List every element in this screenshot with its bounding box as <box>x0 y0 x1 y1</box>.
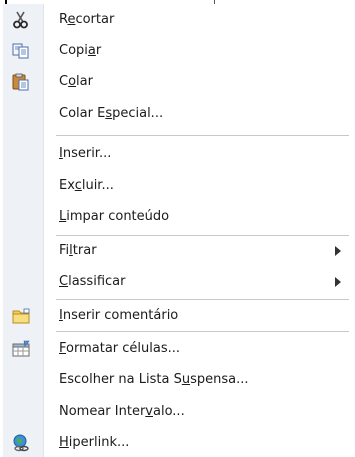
copy-icon <box>11 42 31 60</box>
menu-item-colar-especial[interactable]: Colar Especial... <box>3 100 351 128</box>
menu-item-colar[interactable]: Colar <box>3 68 351 96</box>
hyperlink-globe-icon <box>11 434 31 452</box>
menu-item-label: Inserir comentário <box>59 308 179 323</box>
menu-item-excluir[interactable]: Excluir... <box>3 172 351 200</box>
menu-item-label: Classificar <box>59 274 126 289</box>
menu-item-label: Inserir... <box>59 146 112 161</box>
menu-item-formatar-celulas[interactable]: Formatar células... <box>3 335 351 363</box>
menu-item-label: Limpar conteúdo <box>59 209 170 224</box>
menu-item-label: Hiperlink... <box>59 435 130 450</box>
menu-item-label: Excluir... <box>59 178 114 193</box>
menu-item-inserir-comentario[interactable]: Inserir comentário <box>3 302 351 330</box>
menu-item-classificar[interactable]: Classificar <box>3 268 351 296</box>
context-menu: Recortar Copiar Colar Colar Especial... … <box>0 4 355 457</box>
menu-separator <box>56 299 349 300</box>
menu-separator <box>56 135 349 136</box>
submenu-arrow-icon <box>335 277 341 287</box>
format-cells-icon <box>11 340 31 358</box>
menu-item-copiar[interactable]: Copiar <box>3 37 351 65</box>
menu-item-label: Copiar <box>59 43 102 58</box>
menu-item-label: Formatar células... <box>59 341 181 356</box>
submenu-arrow-icon <box>335 246 341 256</box>
menu-separator <box>56 235 349 236</box>
menu-item-label: Filtrar <box>59 243 97 258</box>
menu-item-label: Escolher na Lista Suspensa... <box>59 372 249 387</box>
menu-item-hiperlink[interactable]: Hiperlink... <box>3 429 351 457</box>
menu-item-inserir[interactable]: Inserir... <box>3 140 351 168</box>
menu-item-label: Colar <box>59 74 93 89</box>
menu-item-label: Colar Especial... <box>59 106 164 121</box>
menu-item-filtrar[interactable]: Filtrar <box>3 237 351 265</box>
menu-item-label: Nomear Intervalo... <box>59 404 185 419</box>
menu-item-label: Recortar <box>59 12 115 27</box>
menu-item-escolher-lista-suspensa[interactable]: Escolher na Lista Suspensa... <box>3 366 351 394</box>
scissors-icon <box>11 11 31 29</box>
comment-folder-icon <box>11 307 31 325</box>
menu-item-limpar-conteudo[interactable]: Limpar conteúdo <box>3 203 351 231</box>
menu-separator <box>56 331 349 332</box>
paste-icon <box>11 73 31 91</box>
menu-item-nomear-intervalo[interactable]: Nomear Intervalo... <box>3 398 351 426</box>
menu-item-recortar[interactable]: Recortar <box>3 6 351 34</box>
